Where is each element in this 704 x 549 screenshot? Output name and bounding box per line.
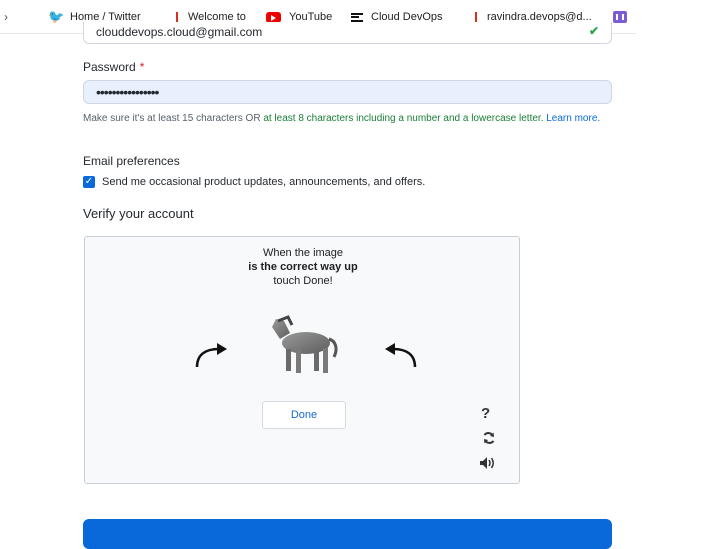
password-input[interactable]: •••••••••••••••• [83,80,612,104]
youtube-icon [266,11,281,23]
captcha-panel: When the image is the correct way up tou… [84,236,520,484]
captcha-instruction-line3: touch Done! [273,275,333,287]
audio-icon[interactable] [479,456,497,470]
email-value: clouddevops.cloud@gmail.com [96,25,263,39]
bookmark-marker-icon [176,11,178,23]
cloud-devops-icon [351,12,363,23]
twitter-icon: 🐦 [48,9,65,24]
password-hint: Make sure it's at least 15 characters OR… [83,112,623,126]
bookmark-app[interactable] [613,9,635,25]
hint-text: Make sure it's at least 15 characters OR [83,113,264,124]
captcha-horse-image [272,315,338,373]
captcha-instruction-line1: When the image [262,247,344,259]
password-label-text: Password [83,60,136,74]
help-icon[interactable]: ? [481,405,490,422]
email-preferences-option[interactable]: ✓ Send me occasional product updates, an… [83,176,425,188]
bookmark-marker-icon [475,11,477,23]
email-preferences-checkbox-label: Send me occasional product updates, anno… [102,176,426,188]
verify-heading: Verify your account [83,206,194,221]
captcha-instruction-line2: is the correct way up [248,261,358,273]
app-icon [613,11,627,23]
refresh-icon[interactable] [482,431,496,445]
checkmark-icon: ✔ [588,24,599,38]
password-label: Password * [83,60,144,74]
done-button[interactable]: Done [262,401,346,429]
learn-more-link[interactable]: Learn more. [546,113,600,124]
chevron-right-icon[interactable]: › [4,9,8,25]
rotate-right-arrow-icon[interactable] [383,341,423,369]
email-preferences-label: Email preferences [83,154,180,168]
email-preferences-checkbox[interactable]: ✓ [83,176,95,188]
rotate-left-arrow-icon[interactable] [189,341,229,369]
password-value: •••••••••••••••• [96,84,159,100]
create-account-button[interactable] [83,519,612,549]
required-mark: * [139,60,145,74]
email-field[interactable]: clouddevops.cloud@gmail.com ✔ [83,22,612,44]
hint-requirement: at least 8 characters including a number… [263,113,544,124]
